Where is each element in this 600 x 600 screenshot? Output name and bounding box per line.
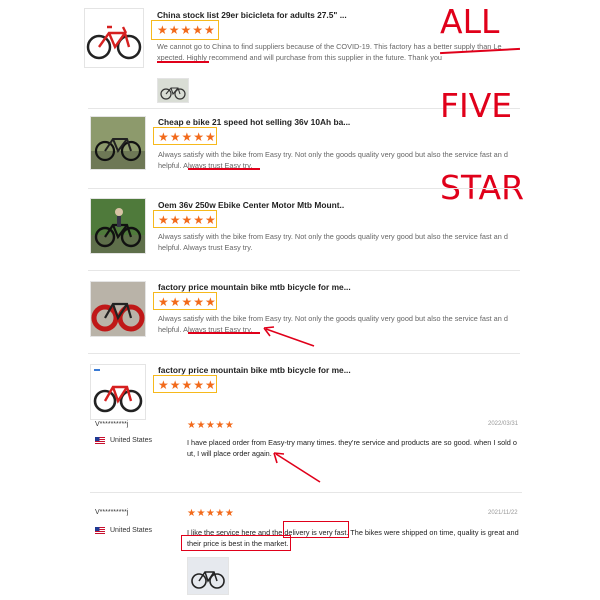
annotation-arrow-icon [263,326,315,347]
reviewer-name: V**********j [95,509,129,516]
highlight-box [153,210,217,228]
bike-image [91,365,145,419]
highlight-box [153,292,217,310]
review-date: 2021/11/22 [488,510,518,516]
bike-photo [158,79,188,102]
rating-stars: ★★★★★ [187,420,235,431]
product-title[interactable]: factory price mountain bike mtb bicycle … [158,282,351,292]
divider [88,353,520,354]
annotation-box [181,535,291,551]
rating-stars: ★★★★★ [187,508,235,519]
annotation-underline [157,61,209,63]
bike-image [85,9,143,67]
review-text: I have placed order from Easy-try many t… [187,438,517,458]
highlight-box [151,20,219,40]
bike-photo [188,558,228,594]
product-thumbnail[interactable] [90,116,146,170]
review-text: Always satisfy with the bike from Easy t… [158,232,508,252]
review-date: 2022/03/31 [488,421,519,427]
reviewer-name: V**********j [95,421,129,428]
divider [90,492,522,493]
product-title[interactable]: China stock list 29er bicicleta for adul… [157,10,347,20]
product-thumbnail[interactable] [90,364,146,420]
product-thumbnail[interactable] [90,198,146,254]
annotation-underline [188,332,260,334]
highlight-box [153,375,217,393]
product-title[interactable]: Oem 36v 250w Ebike Center Motor Mtb Moun… [158,200,344,210]
reviewer-country: United States [110,527,153,534]
divider [88,188,520,189]
product-thumbnail[interactable] [90,281,146,337]
bike-image [91,117,145,169]
reviewer-country: United States [110,437,153,444]
review-photo[interactable] [187,557,229,595]
us-flag-icon [95,437,105,444]
bike-image [91,282,145,336]
product-thumbnail[interactable] [84,8,144,68]
product-title[interactable]: Cheap e bike 21 speed hot selling 36v 10… [158,117,350,127]
annotation-text: ALL [440,2,500,41]
annotation-text: FIVE [440,86,513,125]
divider [88,270,520,271]
review-photo[interactable] [157,78,189,103]
annotation-box [283,521,349,538]
annotation-arrow-icon [273,452,321,483]
bike-image [91,199,145,253]
product-title[interactable]: factory price mountain bike mtb bicycle … [158,365,351,375]
us-flag-icon [95,527,105,534]
highlight-box [153,127,217,145]
annotation-underline [188,168,260,170]
